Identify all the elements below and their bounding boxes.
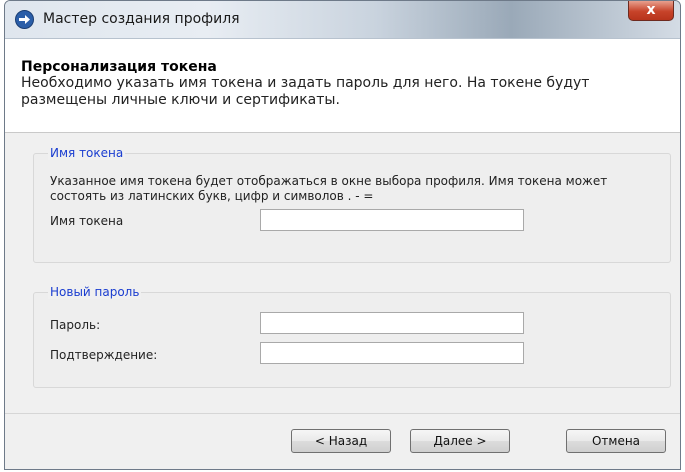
window-title: Мастер создания профиля xyxy=(43,11,240,27)
token-name-group: Имя токена Указанное имя токена будет от… xyxy=(33,146,671,263)
title-bar[interactable]: Мастер создания профиля x xyxy=(5,1,680,39)
confirm-label: Подтверждение: xyxy=(50,348,158,362)
wizard-arrow-icon xyxy=(15,10,34,29)
footer-divider xyxy=(5,413,680,414)
page-description: Необходимо указать имя токена и задать п… xyxy=(21,75,590,108)
new-password-group: Новый пароль Пароль: Подтверждение: xyxy=(33,285,671,388)
close-button[interactable]: x xyxy=(628,1,674,21)
password-input[interactable] xyxy=(260,312,524,334)
confirm-password-input[interactable] xyxy=(260,342,524,364)
wizard-window: Мастер создания профиля x Персонализация… xyxy=(4,0,681,470)
password-label: Пароль: xyxy=(50,318,101,332)
password-group-legend: Новый пароль xyxy=(48,285,142,299)
token-group-description: Указанное имя токена будет отображаться … xyxy=(50,174,608,203)
cancel-button[interactable]: Отмена xyxy=(566,429,666,453)
token-name-input[interactable] xyxy=(260,209,524,231)
close-icon: x xyxy=(646,2,656,18)
back-button[interactable]: < Назад xyxy=(291,429,391,453)
wizard-header: Персонализация токена Необходимо указать… xyxy=(5,39,680,133)
token-name-label: Имя токена xyxy=(50,214,124,228)
page-title: Персонализация токена xyxy=(21,59,217,75)
next-button[interactable]: Далее > xyxy=(410,429,510,453)
token-group-legend: Имя токена xyxy=(48,146,126,160)
